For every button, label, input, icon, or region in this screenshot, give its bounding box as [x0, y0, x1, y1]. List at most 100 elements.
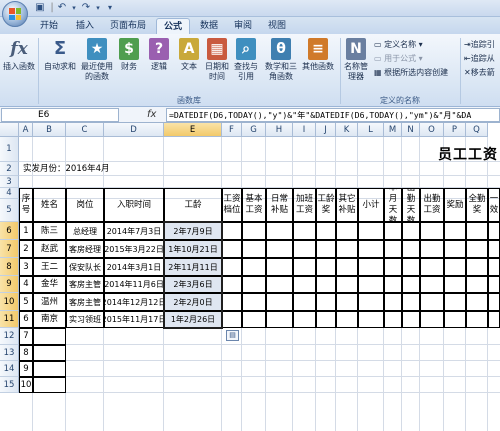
empty-cell[interactable] — [420, 240, 444, 258]
empty-cell[interactable] — [402, 258, 420, 276]
seq-cell[interactable]: 8 — [19, 345, 33, 361]
seniority-cell[interactable]: 1年2月26日 — [164, 311, 222, 328]
column-header[interactable]: B — [33, 123, 66, 137]
empty-cell[interactable] — [293, 240, 316, 258]
empty-cell[interactable] — [266, 222, 293, 240]
empty-cell[interactable] — [384, 293, 402, 311]
header-seq[interactable]: 序号 — [19, 188, 33, 222]
empty-cell[interactable] — [242, 311, 266, 328]
empty-cell[interactable] — [488, 311, 500, 328]
empty-cell[interactable] — [33, 361, 66, 377]
empty-cell[interactable] — [402, 240, 420, 258]
empty-cell[interactable] — [336, 276, 358, 293]
empty-cell[interactable] — [222, 222, 242, 240]
empty-cell[interactable] — [384, 240, 402, 258]
tab-insert[interactable]: 插入 — [72, 18, 98, 34]
empty-cell[interactable] — [336, 222, 358, 240]
name-cell[interactable]: 温州 — [33, 293, 66, 311]
text-button[interactable]: A 文本 — [176, 38, 202, 72]
empty-cell[interactable] — [266, 276, 293, 293]
empty-cell[interactable] — [293, 276, 316, 293]
empty-cell[interactable] — [488, 293, 500, 311]
hire-date-cell[interactable]: 2014年7月3日 — [104, 222, 164, 240]
empty-cell[interactable] — [242, 240, 266, 258]
row-header[interactable]: 2 — [0, 162, 19, 176]
undo-icon[interactable]: ↶ — [56, 2, 68, 14]
empty-cell[interactable] — [316, 222, 336, 240]
more-functions-button[interactable]: ≡ 其他函数 — [300, 38, 336, 72]
logical-button[interactable]: ? 逻辑 — [146, 38, 172, 72]
empty-cell[interactable] — [266, 258, 293, 276]
empty-cell[interactable] — [316, 240, 336, 258]
empty-cell[interactable] — [444, 222, 466, 240]
empty-cell[interactable] — [466, 258, 488, 276]
position-cell[interactable]: 客房主管 — [66, 293, 104, 311]
empty-cell[interactable] — [266, 293, 293, 311]
header-full-attendance[interactable]: 全勤奖 — [466, 188, 488, 222]
empty-cell[interactable] — [488, 258, 500, 276]
column-header[interactable]: M — [384, 123, 402, 137]
empty-cell[interactable] — [488, 276, 500, 293]
empty-cell[interactable] — [358, 276, 384, 293]
row-header[interactable]: 15 — [0, 377, 19, 393]
empty-cell[interactable] — [316, 276, 336, 293]
empty-cell[interactable] — [488, 222, 500, 240]
row-header[interactable]: 11 — [0, 311, 19, 328]
hire-date-cell[interactable]: 2014年12月12日 — [104, 293, 164, 311]
seq-cell[interactable]: 5 — [19, 293, 33, 311]
tab-data[interactable]: 数据 — [196, 18, 222, 34]
name-cell[interactable]: 赵武 — [33, 240, 66, 258]
empty-cell[interactable] — [420, 258, 444, 276]
hire-date-cell[interactable]: 2015年11月17日 — [104, 311, 164, 328]
empty-cell[interactable] — [33, 345, 66, 361]
header-seniority[interactable]: 工龄 — [164, 188, 222, 222]
empty-cell[interactable] — [293, 293, 316, 311]
empty-cell[interactable] — [242, 293, 266, 311]
empty-cell[interactable] — [358, 311, 384, 328]
empty-cell[interactable] — [316, 293, 336, 311]
tab-view[interactable]: 视图 — [264, 18, 290, 34]
empty-cell[interactable] — [293, 222, 316, 240]
empty-cell[interactable] — [222, 293, 242, 311]
header-overtime[interactable]: 加班工资 — [293, 188, 316, 222]
redo-icon[interactable]: ↷ — [80, 2, 92, 14]
empty-cell[interactable] — [466, 222, 488, 240]
position-cell[interactable]: 客房主管 — [66, 276, 104, 293]
empty-cell[interactable] — [222, 240, 242, 258]
empty-cell[interactable] — [466, 240, 488, 258]
column-header[interactable]: G — [242, 123, 266, 137]
name-cell[interactable]: 王二 — [33, 258, 66, 276]
column-header[interactable]: E — [164, 123, 222, 137]
empty-cell[interactable] — [384, 222, 402, 240]
header-base-grade[interactable]: 工资档位 — [222, 188, 242, 222]
empty-cell[interactable] — [402, 311, 420, 328]
row-header[interactable]: 8 — [0, 258, 19, 276]
row-header[interactable]: 9 — [0, 276, 19, 293]
select-all-corner[interactable] — [0, 123, 19, 137]
empty-cell[interactable] — [384, 311, 402, 328]
tab-review[interactable]: 审阅 — [230, 18, 256, 34]
row-header[interactable]: 6 — [0, 222, 19, 240]
empty-cell[interactable] — [444, 276, 466, 293]
seq-cell[interactable]: 9 — [19, 361, 33, 377]
row-header[interactable]: 12 — [0, 328, 19, 345]
empty-cell[interactable] — [358, 258, 384, 276]
row-header[interactable]: 14 — [0, 361, 19, 377]
column-header[interactable]: J — [316, 123, 336, 137]
empty-cell[interactable] — [420, 276, 444, 293]
empty-cell[interactable] — [420, 311, 444, 328]
empty-cell[interactable] — [33, 377, 66, 393]
empty-cell[interactable] — [444, 240, 466, 258]
column-header[interactable]: H — [266, 123, 293, 137]
empty-cell[interactable] — [316, 311, 336, 328]
name-box[interactable]: E6 — [1, 108, 119, 122]
empty-cell[interactable] — [384, 258, 402, 276]
math-trig-button[interactable]: θ 数学和三角函数 — [264, 38, 298, 82]
hire-date-cell[interactable]: 2014年3月1日 — [104, 258, 164, 276]
empty-cell[interactable] — [336, 240, 358, 258]
row-header[interactable]: 10 — [0, 293, 19, 311]
header-extra[interactable]: 一效 — [488, 188, 500, 222]
seq-cell[interactable]: 6 — [19, 311, 33, 328]
seniority-cell[interactable]: 2年11月11日 — [164, 258, 222, 276]
empty-cell[interactable] — [420, 222, 444, 240]
